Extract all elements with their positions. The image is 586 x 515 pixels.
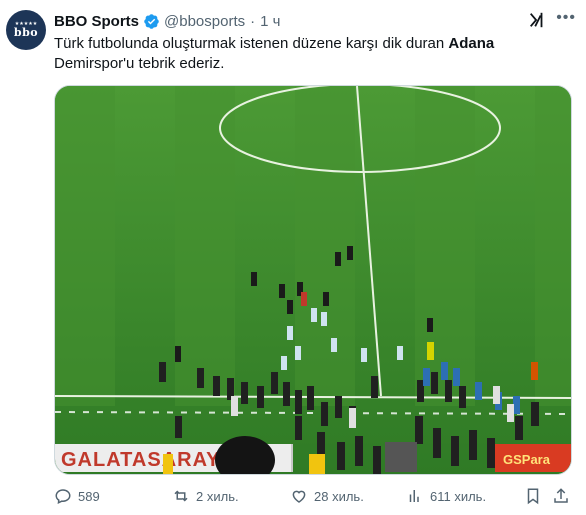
tweet-actions: 589 2 хиль. 28 хиль. 611 хиль. — [54, 486, 574, 506]
more-icon[interactable]: ••• — [556, 9, 576, 27]
tweet-text: Türk futbolunda oluşturmak istenen düzen… — [54, 34, 574, 74]
views-button[interactable]: 611 хиль. — [406, 486, 486, 506]
share-button[interactable] — [552, 486, 576, 506]
share-icon — [554, 488, 568, 503]
like-button[interactable]: 28 хиль. — [290, 486, 364, 506]
grok-icon[interactable] — [528, 11, 546, 29]
bookmark-icon — [527, 488, 539, 505]
tweet-text-part2: Demirspor'u tebrik ederiz. — [54, 55, 225, 72]
reply-button[interactable]: 589 — [54, 486, 100, 506]
stadium-photo: GALATASARAY GSPara — [55, 86, 571, 474]
repost-icon — [174, 490, 188, 502]
tweet-header: BBO Sports @bbosports · 1 ч ••• — [54, 9, 586, 31]
verified-icon[interactable] — [143, 13, 160, 30]
repost-count: 2 хиль. — [196, 488, 239, 504]
bookmark-button[interactable] — [524, 486, 548, 506]
tweet-media-photo[interactable]: GALATASARAY GSPara — [54, 85, 572, 475]
banner-left-text: GALATASARAY — [61, 449, 221, 471]
views-icon — [409, 490, 419, 502]
tweet-text-part1: Türk futbolunda oluşturmak istenen düzen… — [54, 35, 449, 52]
reply-count: 589 — [78, 488, 100, 504]
avatar[interactable]: ★★★★★ bbo — [6, 10, 46, 50]
avatar-logo-text: bbo — [13, 26, 39, 39]
tweet-time[interactable]: 1 ч — [260, 13, 280, 30]
tweet-text-bold: Adana — [448, 35, 495, 52]
author-handle[interactable]: @bbosports — [164, 13, 245, 30]
separator-dot: · — [250, 12, 256, 30]
repost-button[interactable]: 2 хиль. — [172, 486, 239, 506]
reply-icon — [55, 489, 71, 505]
like-count: 28 хиль. — [314, 488, 364, 504]
banner-right-text: GSPara — [503, 452, 551, 467]
like-icon — [292, 490, 306, 503]
author-name[interactable]: BBO Sports — [54, 13, 139, 30]
views-count: 611 хиль. — [430, 488, 487, 504]
